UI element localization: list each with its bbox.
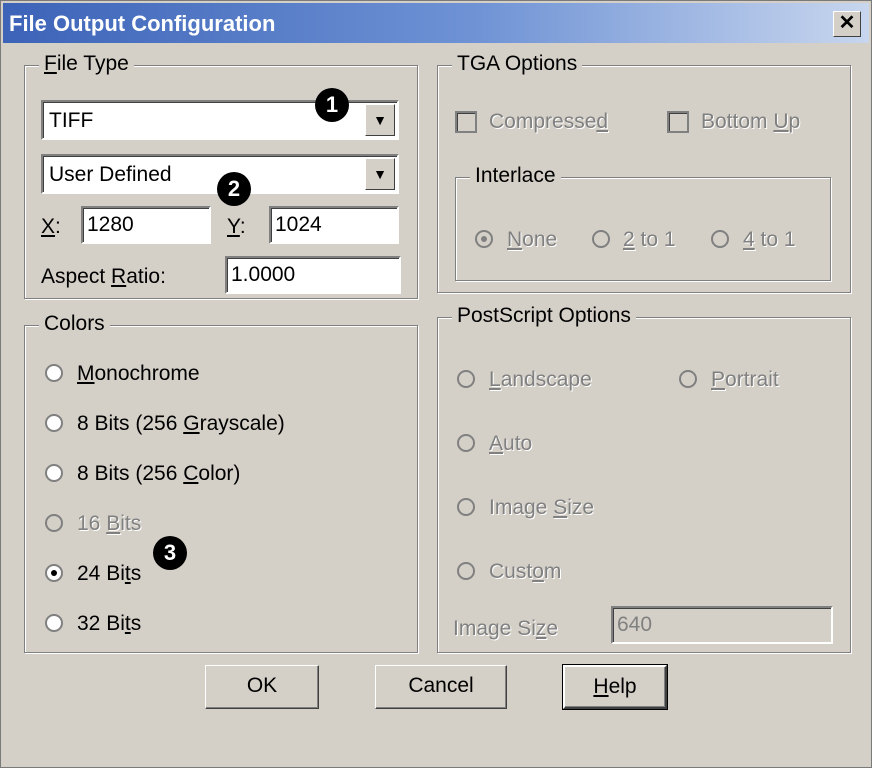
- resolution-value: User Defined: [49, 163, 172, 186]
- callout-2: 2: [217, 172, 251, 206]
- y-label: Y:: [227, 215, 246, 238]
- auto-radio[interactable]: [457, 434, 475, 452]
- postscript-options-legend: PostScript Options: [452, 304, 636, 328]
- 24bit-radio[interactable]: [45, 564, 63, 582]
- bottom-up-checkbox[interactable]: [667, 111, 689, 133]
- tga-options-legend: TGA Options: [452, 52, 583, 76]
- interlace-4to1-radio[interactable]: [711, 230, 729, 248]
- callout-3: 3: [153, 536, 187, 570]
- monochrome-radio[interactable]: [45, 364, 63, 382]
- y-resolution-input[interactable]: 1024: [269, 206, 399, 244]
- 32bit-radio[interactable]: [45, 614, 63, 632]
- 8bit-color-label: 8 Bits (256 Color): [77, 462, 241, 485]
- file-output-dialog: File Output Configuration ✕ File Type TI…: [0, 0, 872, 768]
- interlace-2to1-label: 2 to 1: [623, 228, 676, 251]
- aspect-ratio-input[interactable]: 1.0000: [225, 256, 401, 294]
- image-size-label: Image Size: [489, 496, 595, 519]
- image-size-input[interactable]: 640: [611, 606, 833, 644]
- 32bit-label: 32 Bits: [77, 612, 142, 635]
- interlace-none-radio[interactable]: [475, 230, 493, 248]
- file-format-value: TIFF: [49, 109, 94, 132]
- custom-label: Custom: [489, 560, 562, 583]
- compressed-label: Compressed: [489, 110, 609, 133]
- bottom-up-label: Bottom Up: [701, 110, 801, 133]
- landscape-label: Landscape: [489, 368, 592, 391]
- auto-label: Auto: [489, 432, 533, 455]
- colors-legend: Colors: [39, 312, 110, 336]
- 24bit-label: 24 Bits: [77, 562, 142, 585]
- chevron-down-icon[interactable]: ▼: [365, 158, 395, 190]
- 16bit-label: 16 Bits: [77, 512, 142, 535]
- file-type-legend: File Type: [39, 52, 134, 76]
- 8bit-color-radio[interactable]: [45, 464, 63, 482]
- landscape-radio[interactable]: [457, 370, 475, 388]
- portrait-radio[interactable]: [679, 370, 697, 388]
- close-icon: ✕: [838, 12, 856, 34]
- dialog-title: File Output Configuration: [9, 11, 276, 36]
- radio-dot-icon: [481, 236, 487, 242]
- 8bit-grayscale-label: 8 Bits (256 Grayscale): [77, 412, 285, 435]
- portrait-label: Portrait: [711, 368, 779, 391]
- help-button[interactable]: Help: [562, 664, 668, 710]
- compressed-checkbox[interactable]: [455, 111, 477, 133]
- custom-radio[interactable]: [457, 562, 475, 580]
- close-button[interactable]: ✕: [833, 11, 861, 37]
- interlace-2to1-radio[interactable]: [592, 230, 610, 248]
- x-resolution-input[interactable]: 1280: [81, 206, 211, 244]
- image-size-field-label: Image Size: [453, 617, 559, 640]
- chevron-down-icon[interactable]: ▼: [365, 104, 395, 136]
- radio-dot-icon: [51, 570, 57, 576]
- cancel-button[interactable]: Cancel: [375, 665, 507, 709]
- interlace-legend: Interlace: [470, 164, 561, 188]
- interlace-none-label: None: [507, 228, 558, 251]
- 16bit-radio[interactable]: [45, 514, 63, 532]
- ok-button[interactable]: OK: [205, 665, 319, 709]
- aspect-ratio-label: Aspect Ratio:: [41, 265, 166, 288]
- x-label: X:: [41, 215, 61, 238]
- callout-1: 1: [315, 88, 349, 122]
- 8bit-grayscale-radio[interactable]: [45, 414, 63, 432]
- interlace-4to1-label: 4 to 1: [743, 228, 796, 251]
- monochrome-label: Monochrome: [77, 362, 200, 385]
- title-bar: File Output Configuration ✕: [3, 3, 869, 43]
- image-size-radio[interactable]: [457, 498, 475, 516]
